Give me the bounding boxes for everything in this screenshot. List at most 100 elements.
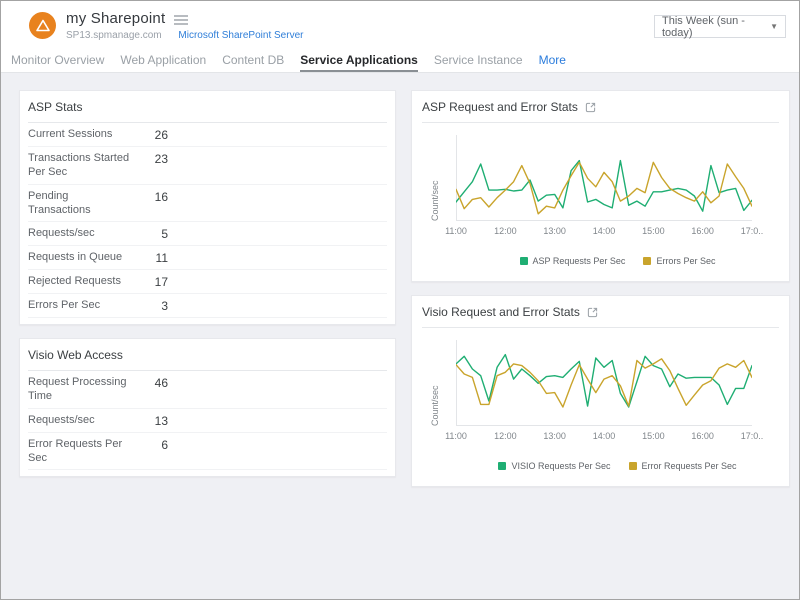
series-line-asp-requests-per-sec bbox=[456, 161, 752, 212]
hamburger-menu-icon[interactable] bbox=[174, 13, 188, 25]
stat-row-current-sessions: Current Sessions26 bbox=[28, 123, 387, 147]
chart-title: ASP Request and Error Stats bbox=[422, 100, 578, 114]
legend-label: Errors Per Sec bbox=[656, 256, 715, 266]
app-window: my Sharepoint SP13.spmanage.com Microsof… bbox=[0, 0, 800, 600]
stat-value: 11 bbox=[132, 250, 168, 265]
legend-item-error-requests-per-sec[interactable]: Error Requests Per Sec bbox=[629, 461, 737, 471]
open-in-new-icon[interactable] bbox=[585, 101, 596, 113]
stat-value: 13 bbox=[132, 413, 168, 428]
left-column: ASP Stats Current Sessions26Transactions… bbox=[19, 90, 396, 490]
legend-label: ASP Requests Per Sec bbox=[533, 256, 626, 266]
line-chart: Count/sec 11:00 12:00 13:00 14:00 15:00 16:00 1… bbox=[422, 123, 779, 266]
tab-content-db[interactable]: Content DB bbox=[222, 50, 284, 72]
stat-label: Requests/sec bbox=[28, 413, 132, 427]
x-tick-label: 14:00 bbox=[593, 431, 616, 441]
x-tick-label: 13:00 bbox=[543, 226, 566, 236]
tab-monitor-overview[interactable]: Monitor Overview bbox=[11, 50, 104, 72]
stat-value: 6 bbox=[132, 437, 168, 452]
stat-row-rejected-requests: Rejected Requests17 bbox=[28, 270, 387, 294]
stat-label: Current Sessions bbox=[28, 127, 132, 141]
x-tick-label: 14:00 bbox=[593, 226, 616, 236]
legend-swatch-icon bbox=[643, 257, 651, 265]
series-line-errors-per-sec bbox=[456, 162, 752, 214]
x-tick-label: 16:00 bbox=[691, 226, 714, 236]
stat-label: Transactions Started Per Sec bbox=[28, 151, 132, 180]
x-tick-label: 15:00 bbox=[642, 431, 665, 441]
tab-bar: Monitor Overview Web Application Content D… bbox=[1, 50, 799, 73]
stat-label: Error Requests Per Sec bbox=[28, 437, 132, 466]
y-axis-label: Count/sec bbox=[430, 135, 440, 221]
stats-table: Request Processing Time46Requests/sec13E… bbox=[28, 371, 387, 476]
stat-row-requests-sec: Requests/sec13 bbox=[28, 409, 387, 433]
legend-item-errors-per-sec[interactable]: Errors Per Sec bbox=[643, 256, 715, 266]
stat-row-requests-in-queue: Requests in Queue11 bbox=[28, 246, 387, 270]
stat-label: Rejected Requests bbox=[28, 274, 132, 288]
x-tick-label: 11:00 bbox=[445, 226, 467, 236]
stat-value: 46 bbox=[132, 375, 168, 390]
monitor-titles: my Sharepoint SP13.spmanage.com Microsof… bbox=[66, 10, 303, 41]
stat-row-transactions-started-per-sec: Transactions Started Per Sec23 bbox=[28, 147, 387, 185]
stat-value: 26 bbox=[132, 127, 168, 142]
stat-label: Request Processing Time bbox=[28, 375, 132, 404]
x-axis-ticks: 11:0012:0013:0014:0015:0016:0017:0.. bbox=[456, 226, 752, 239]
legend-swatch-icon bbox=[629, 462, 637, 470]
stats-table: Current Sessions26Transactions Started P… bbox=[28, 123, 387, 324]
panel-title: ASP Stats bbox=[28, 91, 387, 123]
dashboard-content: ASP Stats Current Sessions26Transactions… bbox=[1, 73, 799, 500]
legend-label: Error Requests Per Sec bbox=[642, 461, 737, 471]
x-tick-label: 12:00 bbox=[494, 431, 517, 441]
x-tick-label: 15:00 bbox=[642, 226, 665, 236]
x-tick-label: 12:00 bbox=[494, 226, 517, 236]
stat-label: Pending Transactions bbox=[28, 189, 132, 218]
page-title: my Sharepoint bbox=[66, 10, 165, 27]
panel-asp-request-error-stats: ASP Request and Error Stats Count/sec 11:… bbox=[411, 90, 790, 282]
series-line-visio-requests-per-sec bbox=[456, 355, 752, 407]
legend-swatch-icon bbox=[520, 257, 528, 265]
series-line-error-requests-per-sec bbox=[456, 359, 752, 407]
legend-item-visio-requests-per-sec[interactable]: VISIO Requests Per Sec bbox=[498, 461, 610, 471]
stat-value: 5 bbox=[132, 226, 168, 241]
legend-swatch-icon bbox=[498, 462, 506, 470]
stat-row-pending-transactions: Pending Transactions16 bbox=[28, 185, 387, 223]
tab-web-application[interactable]: Web Application bbox=[120, 50, 206, 72]
x-tick-label: 13:00 bbox=[543, 431, 566, 441]
stat-value: 23 bbox=[132, 151, 168, 166]
panel-visio-web-access: Visio Web Access Request Processing Time… bbox=[19, 338, 396, 477]
open-in-new-icon[interactable] bbox=[587, 306, 598, 318]
line-chart: Count/sec11:0012:0013:0014:0015:0016:001… bbox=[422, 328, 779, 471]
stat-value: 16 bbox=[132, 189, 168, 204]
panel-asp-stats: ASP Stats Current Sessions26Transactions… bbox=[19, 90, 396, 325]
tab-service-instance[interactable]: Service Instance bbox=[434, 50, 523, 72]
stat-label: Errors Per Sec bbox=[28, 298, 132, 312]
chart-title: Visio Request and Error Stats bbox=[422, 305, 580, 319]
chart-legend: VISIO Requests Per Sec Error Requests Per… bbox=[456, 461, 779, 471]
x-tick-label: 16:00 bbox=[691, 431, 714, 441]
x-tick-label: 17:0.. bbox=[741, 226, 764, 236]
stat-row-request-processing-time: Request Processing Time46 bbox=[28, 371, 387, 409]
legend-item-asp-requests-per-sec[interactable]: ASP Requests Per Sec bbox=[520, 256, 626, 266]
legend-label: VISIO Requests Per Sec bbox=[511, 461, 610, 471]
plot-area bbox=[456, 340, 779, 426]
stat-value: 17 bbox=[132, 274, 168, 289]
time-range-select[interactable]: This Week (sun - today) ▼ bbox=[654, 15, 786, 38]
stat-row-requests-sec: Requests/sec5 bbox=[28, 222, 387, 246]
x-axis-ticks: 11:0012:0013:0014:0015:0016:0017:0.. bbox=[456, 431, 752, 444]
panel-title: Visio Web Access bbox=[28, 339, 387, 371]
stat-row-error-requests-per-sec: Error Requests Per Sec6 bbox=[28, 433, 387, 471]
x-tick-label: 17:0.. bbox=[741, 431, 764, 441]
stat-row-errors-per-sec: Errors Per Sec3 bbox=[28, 294, 387, 318]
chart-legend: ASP Requests Per Sec Errors Per Sec bbox=[456, 256, 779, 266]
stat-label: Requests/sec bbox=[28, 226, 132, 240]
tab-more[interactable]: More bbox=[539, 50, 566, 72]
tab-service-applications[interactable]: Service Applications bbox=[300, 50, 418, 72]
plot-area bbox=[456, 135, 779, 221]
time-range-value: This Week (sun - today) bbox=[662, 15, 770, 39]
stat-label: Requests in Queue bbox=[28, 250, 132, 264]
header: my Sharepoint SP13.spmanage.com Microsof… bbox=[1, 1, 799, 50]
panel-visio-request-error-stats: Visio Request and Error Stats Count/sec 1… bbox=[411, 295, 790, 487]
warning-triangle-icon bbox=[29, 12, 56, 39]
right-column: ASP Request and Error Stats Count/sec 11:… bbox=[411, 90, 790, 500]
monitor-host: SP13.spmanage.com bbox=[66, 30, 162, 41]
monitor-type-link[interactable]: Microsoft SharePoint Server bbox=[178, 30, 303, 41]
y-axis-label: Count/sec bbox=[430, 340, 440, 426]
